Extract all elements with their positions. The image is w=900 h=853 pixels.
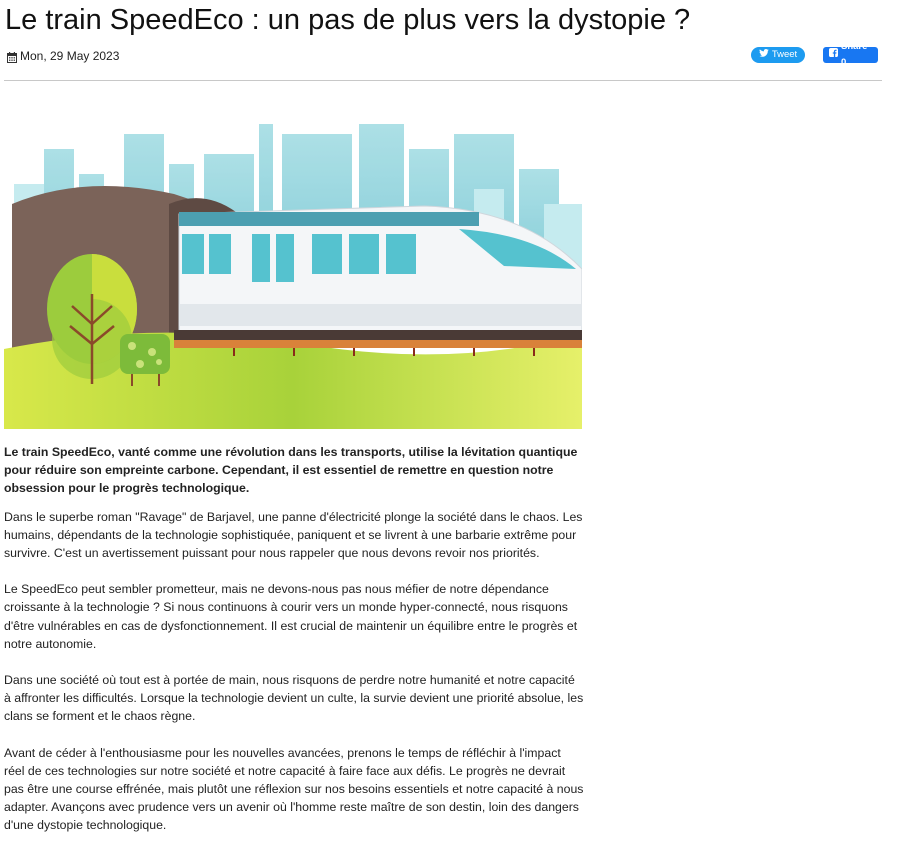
article-paragraph: Avant de céder à l'enthousiasme pour les… [4,745,584,833]
article-paragraph: Dans une société où tout est à portée de… [4,673,584,724]
share-label: Share 0 [841,41,868,68]
page-title: Le train SpeedEco : un pas de plus vers … [5,4,691,36]
calendar-icon [7,51,17,63]
article-paragraph: Dans le superbe roman "Ravage" de Barjav… [4,509,583,561]
facebook-icon [829,47,841,63]
facebook-share-button[interactable]: Share 0 [823,41,878,68]
divider [4,80,882,81]
article-paragraph: Le SpeedEco peut sembler prometteur, mai… [4,582,578,651]
tweet-label: Tweet [771,49,798,60]
date-text: Mon, 29 May 2023 [20,49,120,63]
article-lead: Le train SpeedEco, vanté comme une révol… [4,445,578,496]
hero-illustration [4,94,582,429]
article-date: Mon, 29 May 2023 [7,48,119,64]
twitter-bird-icon [759,47,772,63]
article-body: Le train SpeedEco, vanté comme une révol… [4,443,584,853]
tweet-button[interactable]: Tweet [751,47,805,63]
